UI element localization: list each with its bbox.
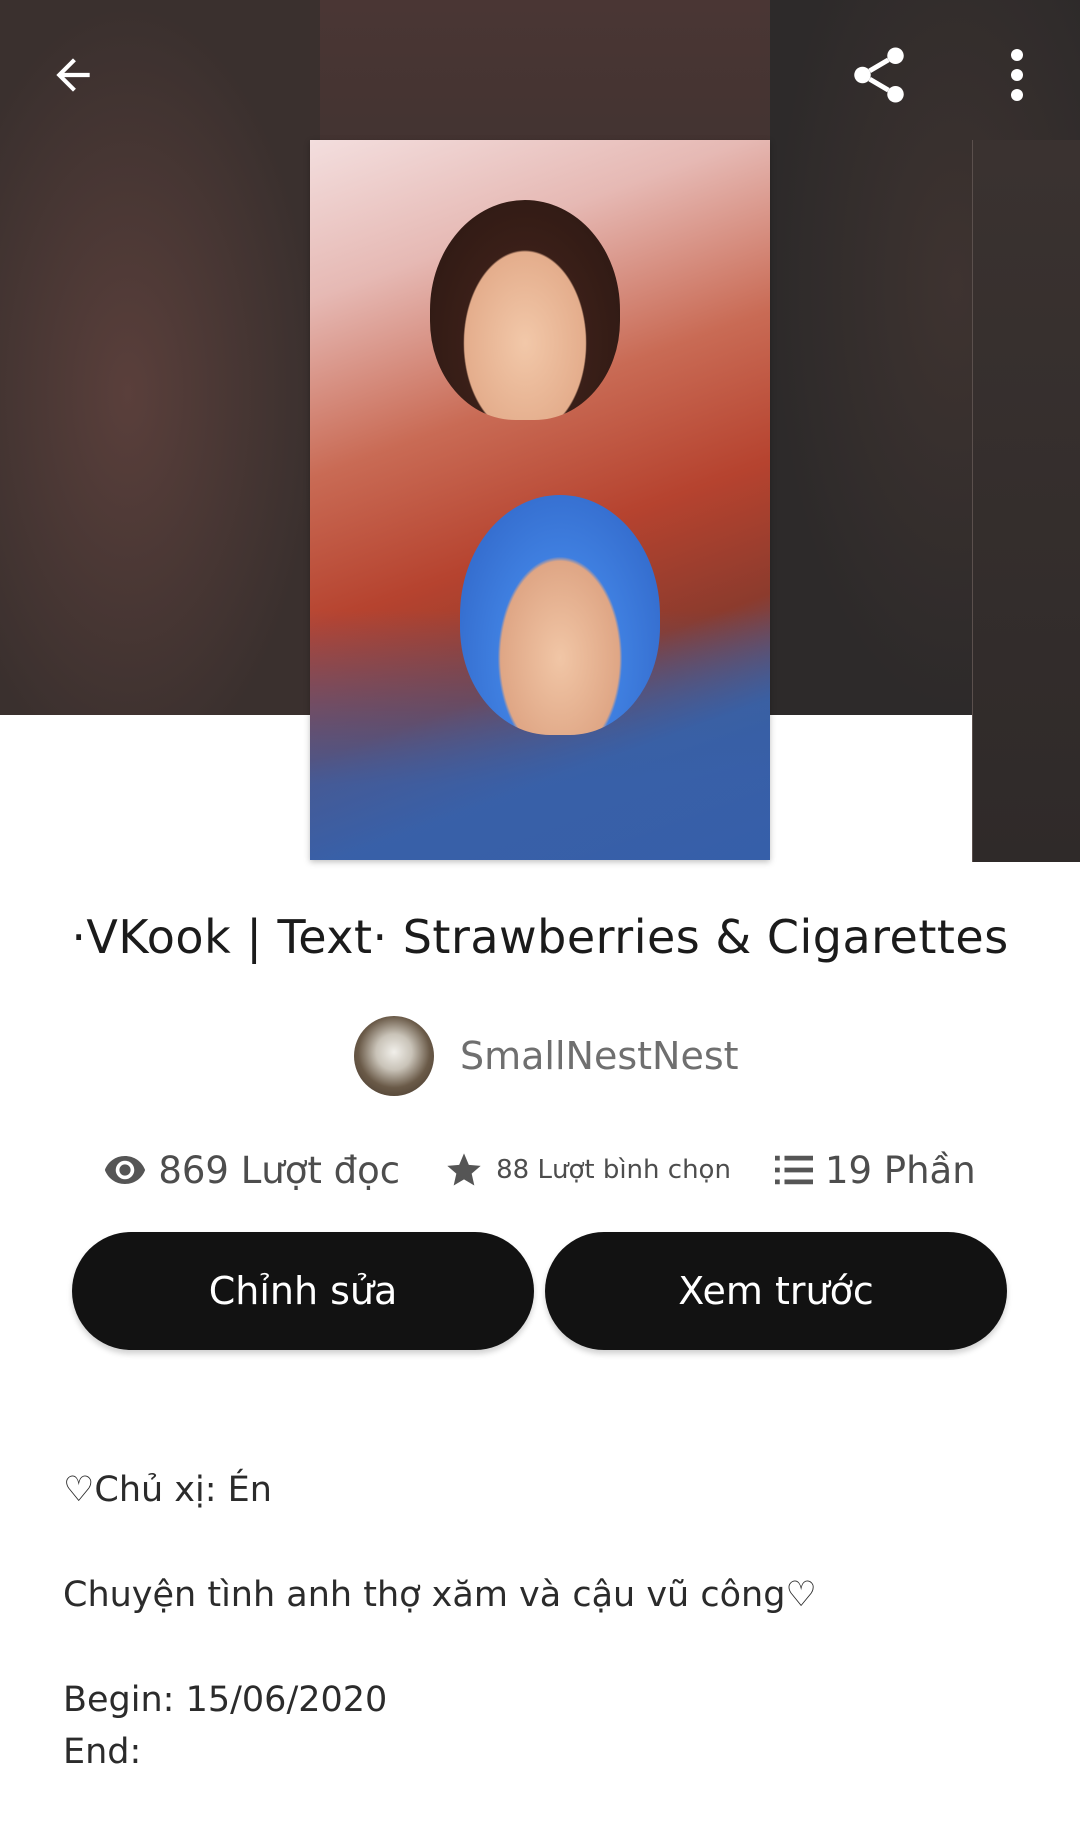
author-row[interactable]: SmallNestNest: [354, 1016, 739, 1096]
parts-count: 19 Phần: [824, 1148, 976, 1192]
edit-button[interactable]: Chỉnh sửa: [72, 1232, 534, 1350]
description-end: End:: [63, 1732, 142, 1772]
eye-icon: [105, 1156, 146, 1184]
more-options-button[interactable]: [972, 30, 1062, 120]
cover-figure-1: [430, 200, 620, 420]
top-bar: [0, 0, 1080, 130]
story-title: ·VKook | Text· Strawberries & Cigarettes: [71, 910, 1009, 964]
avatar[interactable]: [354, 1016, 434, 1096]
story-stats: 869 Lượt đọc 88 Lượt bình chọn 19 Phần: [0, 1140, 1080, 1200]
adjacent-cover-image[interactable]: [972, 140, 1080, 862]
cover-figure-2: [460, 495, 660, 735]
description-begin: Begin: 15/06/2020: [63, 1680, 388, 1720]
star-icon: [447, 1153, 481, 1186]
story-cover-image[interactable]: [310, 140, 770, 860]
back-button[interactable]: [28, 30, 118, 120]
list-icon: [774, 1155, 813, 1185]
more-vertical-icon: [1011, 49, 1023, 101]
preview-button[interactable]: Xem trước: [545, 1232, 1007, 1350]
parts-stat[interactable]: 19 Phần: [774, 1148, 976, 1192]
votes-count: 88 Lượt bình chọn: [496, 1155, 731, 1185]
share-icon: [854, 47, 904, 103]
reads-count: 869 Lượt đọc: [158, 1148, 401, 1192]
arrow-left-icon: [56, 58, 90, 92]
description-line-2: Chuyện tình anh thợ xăm và cậu vũ công♡: [63, 1575, 817, 1615]
description-line-1: ♡Chủ xị: Én: [63, 1470, 272, 1510]
share-button[interactable]: [834, 30, 924, 120]
author-name[interactable]: SmallNestNest: [460, 1034, 739, 1078]
votes-stat: 88 Lượt bình chọn: [444, 1150, 731, 1190]
reads-stat: 869 Lượt đọc: [104, 1149, 400, 1192]
